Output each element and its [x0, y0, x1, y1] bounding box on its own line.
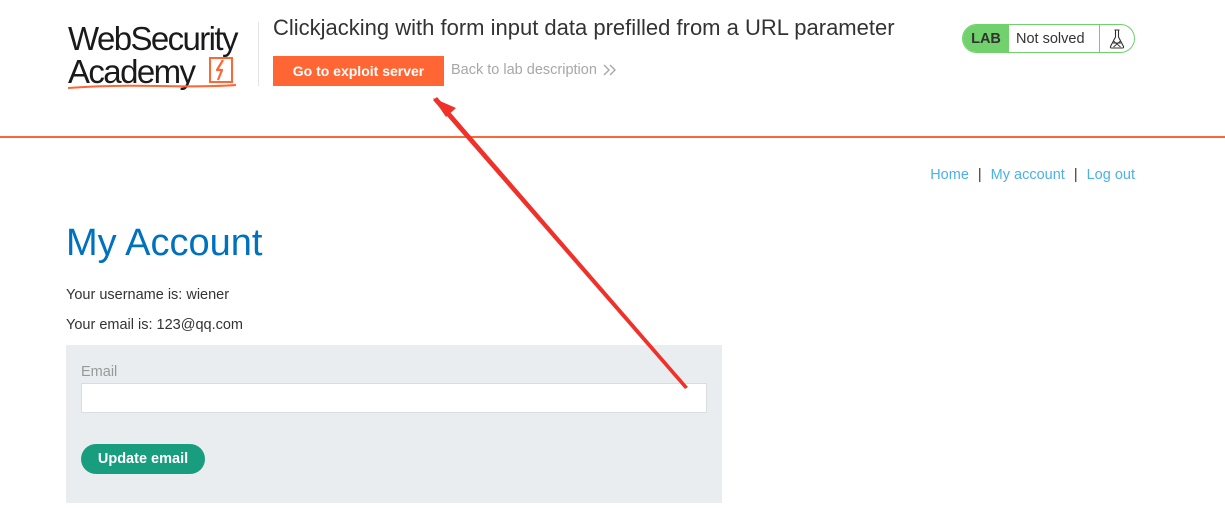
account-nav: Home | My account | Log out: [930, 167, 1135, 183]
back-to-lab-description-link[interactable]: Back to lab description: [451, 62, 617, 78]
nav-log-out-link[interactable]: Log out: [1087, 167, 1135, 183]
lab-header: WebSecurity Academy Clickjacking with fo…: [0, 0, 1225, 138]
update-email-button[interactable]: Update email: [81, 444, 205, 474]
exploit-button-label: Go to exploit server: [292, 63, 425, 79]
double-chevron-right-icon: [603, 64, 616, 76]
email-info: Your email is: 123@qq.com: [66, 317, 243, 333]
go-to-exploit-server-button[interactable]: Go to exploit server: [273, 56, 444, 86]
username-info: Your username is: wiener: [66, 287, 230, 303]
back-link-label: Back to lab description: [451, 62, 597, 78]
logo-underline: [68, 84, 237, 89]
academy-flash-icon: [209, 57, 233, 83]
page-title: My Account: [66, 222, 263, 264]
header-divider: [258, 22, 259, 86]
lab-title: Clickjacking with form input data prefil…: [273, 15, 895, 40]
change-email-form: Email Update email: [66, 345, 722, 503]
lab-status-text: Not solved: [1009, 25, 1100, 52]
web-security-academy-logo[interactable]: WebSecurity Academy: [68, 20, 258, 90]
lab-status-widget: LAB Not solved: [962, 24, 1135, 53]
nav-home-link[interactable]: Home: [930, 167, 969, 183]
logo-text-line1: WebSecurity: [68, 20, 238, 57]
lab-badge: LAB: [963, 25, 1009, 52]
flask-icon: [1100, 25, 1134, 52]
nav-separator: |: [977, 167, 982, 183]
email-input[interactable]: [81, 383, 707, 413]
nav-separator: |: [1073, 167, 1078, 183]
nav-my-account-link[interactable]: My account: [991, 167, 1065, 183]
email-label: Email: [81, 364, 118, 380]
